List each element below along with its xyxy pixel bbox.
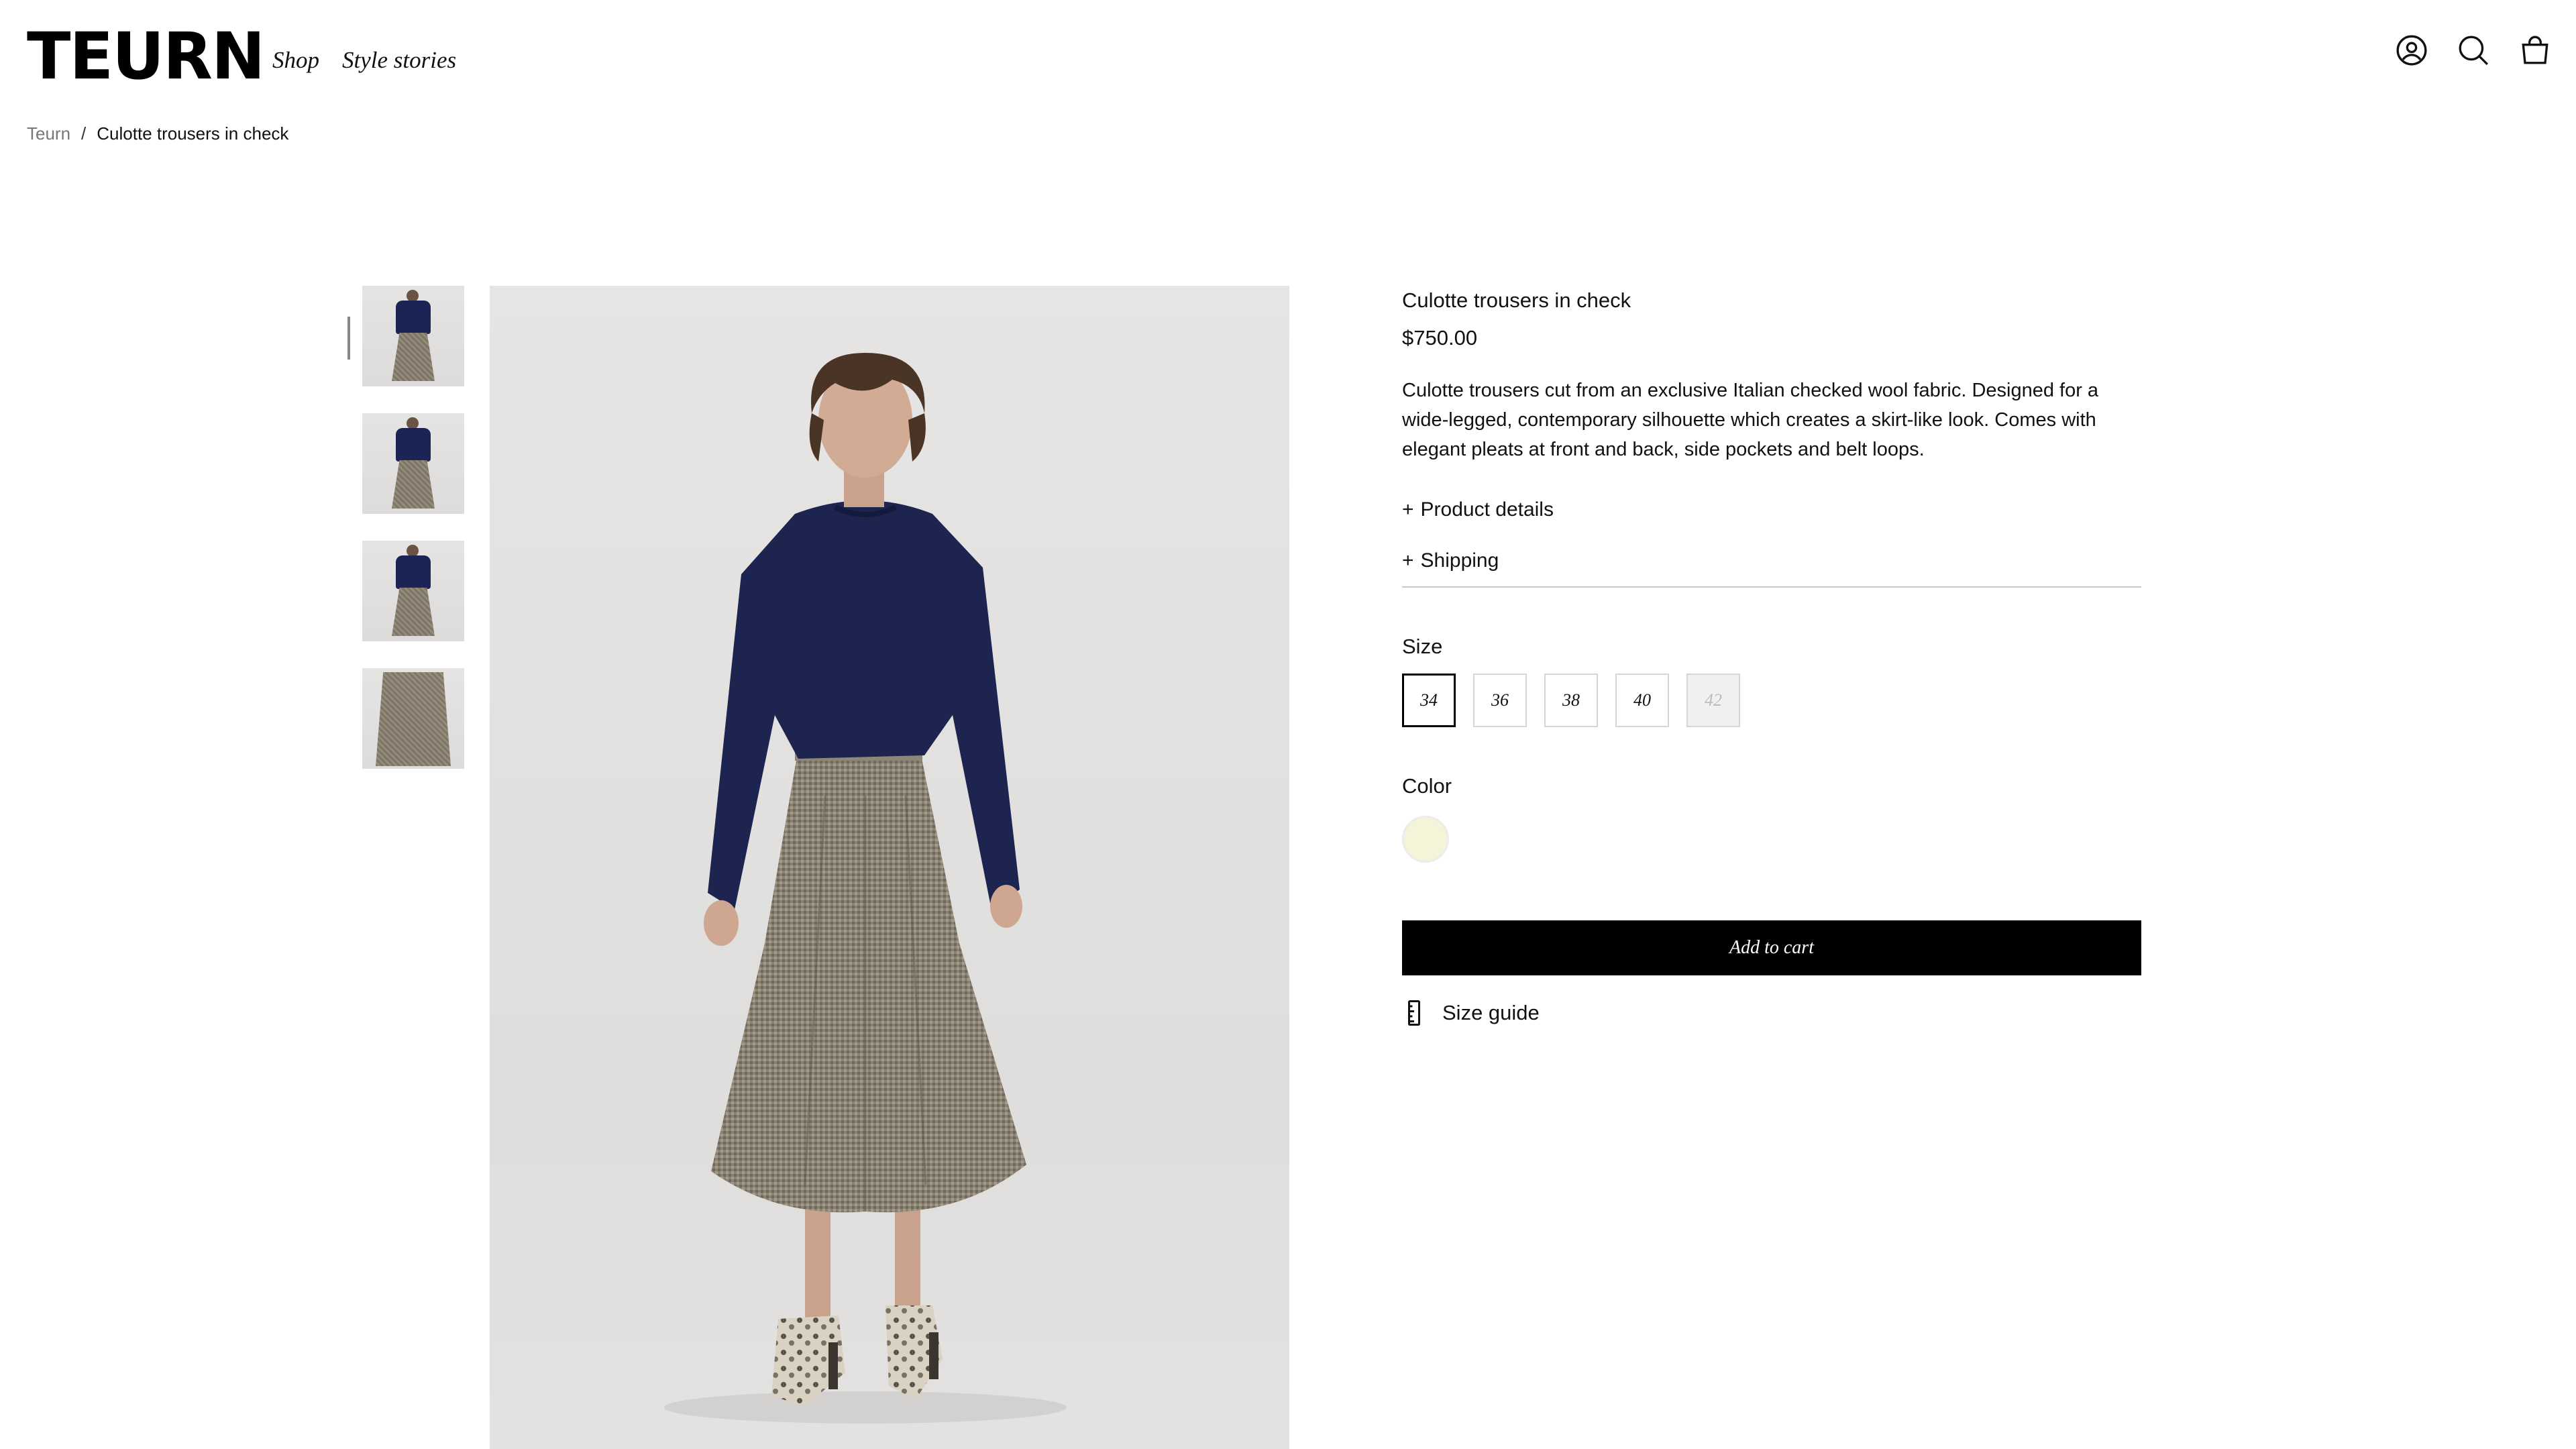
thumbnail-figure-sweater: [396, 428, 431, 462]
breadcrumb-separator: /: [81, 123, 87, 144]
accordion-label: Shipping: [1420, 549, 1499, 572]
thumbnail-figure-trousers: [392, 460, 435, 508]
thumbnail-4[interactable]: [362, 668, 464, 769]
thumbnail-active-indicator: [347, 317, 350, 360]
search-icon[interactable]: [2457, 34, 2490, 67]
size-guide-link[interactable]: Size guide: [1402, 1000, 2141, 1026]
product-price: $750.00: [1402, 326, 1478, 350]
thumbnail-figure-trousers: [392, 588, 435, 636]
nav-style-stories[interactable]: Style stories: [342, 47, 456, 74]
plus-icon: +: [1402, 549, 1414, 572]
breadcrumb-home[interactable]: Teurn: [27, 123, 70, 144]
product-description: Culotte trousers cut from an exclusive I…: [1402, 380, 2099, 460]
breadcrumb: Teurn / Culotte trousers in check: [27, 123, 288, 144]
thumbnail-trousers-flat: [376, 672, 451, 766]
color-swatch[interactable]: [1402, 816, 1449, 863]
thumbnail-2[interactable]: [362, 413, 464, 514]
product-accordion: + Product details + Shipping: [1402, 484, 2141, 588]
accordion-shipping[interactable]: + Shipping: [1402, 535, 2141, 586]
size-selector: 34 36 38 40 42: [1402, 674, 2141, 727]
site-logo[interactable]: TEURN: [27, 24, 265, 89]
size-option-40[interactable]: 40: [1615, 674, 1669, 727]
size-option-36[interactable]: 36: [1473, 674, 1527, 727]
product-info: Culotte trousers in check $750.00 Culott…: [1402, 286, 2141, 1026]
ruler-icon: [1408, 1000, 1420, 1026]
product-title: Culotte trousers in check: [1402, 288, 1631, 312]
cart-icon[interactable]: [2518, 34, 2552, 67]
breadcrumb-current: Culotte trousers in check: [97, 123, 289, 144]
accordion-product-details[interactable]: + Product details: [1402, 484, 2141, 535]
size-label: Size: [1402, 635, 1443, 658]
site-header: TEURN Shop Style stories: [0, 0, 2576, 101]
size-option-34[interactable]: 34: [1402, 674, 1456, 727]
thumbnail-1[interactable]: [362, 286, 464, 386]
main-product-image[interactable]: [490, 286, 1289, 1449]
thumbnail-figure-sweater: [396, 301, 431, 334]
thumbnail-figure-sweater: [396, 555, 431, 589]
color-label: Color: [1402, 774, 1452, 798]
accordion-label: Product details: [1420, 498, 1554, 521]
main-nav: Shop Style stories: [272, 47, 456, 74]
thumbnail-figure-trousers: [392, 333, 435, 381]
thumbnail-3[interactable]: [362, 541, 464, 641]
size-option-42[interactable]: 42: [1686, 674, 1740, 727]
size-option-38[interactable]: 38: [1544, 674, 1598, 727]
add-to-cart-button[interactable]: Add to cart: [1402, 920, 2141, 975]
nav-shop[interactable]: Shop: [272, 47, 319, 74]
thumbnail-list: [347, 286, 464, 796]
plus-icon: +: [1402, 498, 1414, 521]
color-selector: [1402, 816, 2141, 863]
size-guide-label: Size guide: [1442, 1001, 1540, 1024]
header-icons: [2395, 34, 2552, 67]
account-icon[interactable]: [2395, 34, 2428, 67]
model-illustration: [664, 353, 1067, 1424]
